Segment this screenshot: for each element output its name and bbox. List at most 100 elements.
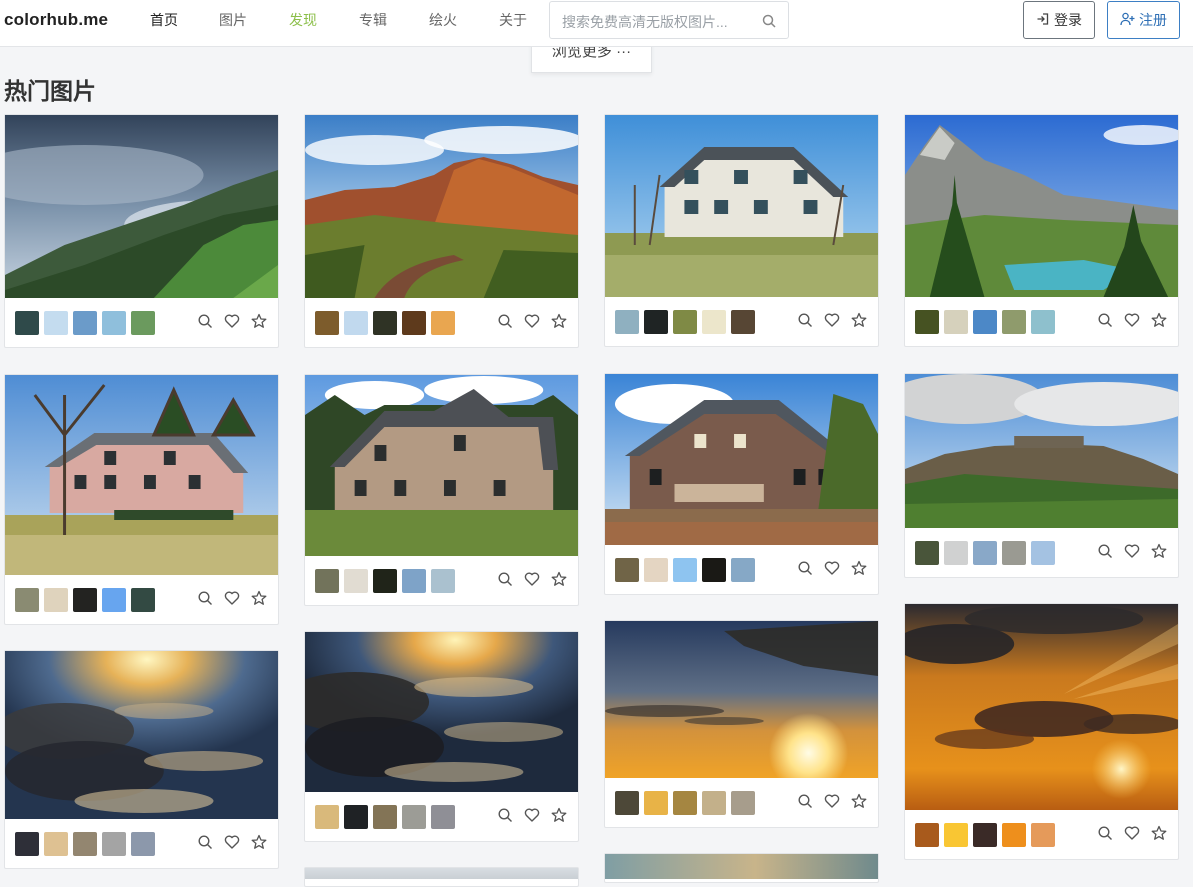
search-icon[interactable] <box>497 807 513 823</box>
site-logo[interactable]: colorhub.me <box>4 10 108 30</box>
nav-images[interactable]: 图片 <box>219 0 247 40</box>
search-icon[interactable] <box>762 14 776 33</box>
color-swatch[interactable] <box>615 558 639 582</box>
photo-card[interactable] <box>304 374 579 606</box>
login-button[interactable]: 登录 <box>1023 1 1095 39</box>
star-icon[interactable] <box>251 590 267 606</box>
color-swatch[interactable] <box>673 791 697 815</box>
color-swatch[interactable] <box>131 832 155 856</box>
nav-home[interactable]: 首页 <box>150 0 178 40</box>
color-swatch[interactable] <box>344 805 368 829</box>
color-swatch[interactable] <box>131 588 155 612</box>
search-icon[interactable] <box>197 834 213 850</box>
heart-icon[interactable] <box>1124 825 1140 841</box>
search-icon[interactable] <box>1097 312 1113 328</box>
color-swatch[interactable] <box>102 832 126 856</box>
photo-misty-forest[interactable] <box>5 115 278 298</box>
star-icon[interactable] <box>851 560 867 576</box>
color-swatch[interactable] <box>315 805 339 829</box>
color-swatch[interactable] <box>944 823 968 847</box>
color-swatch[interactable] <box>1002 541 1026 565</box>
photo-card-partial[interactable] <box>604 853 879 883</box>
color-swatch[interactable] <box>944 541 968 565</box>
star-icon[interactable] <box>1151 825 1167 841</box>
photo-sun-clouds-reflect-2[interactable] <box>305 632 578 792</box>
photo-card[interactable] <box>904 373 1179 578</box>
color-swatch[interactable] <box>373 311 397 335</box>
heart-icon[interactable] <box>524 807 540 823</box>
register-button[interactable]: 注册 <box>1107 1 1180 39</box>
heart-icon[interactable] <box>824 312 840 328</box>
color-swatch[interactable] <box>673 310 697 334</box>
color-swatch[interactable] <box>1002 823 1026 847</box>
star-icon[interactable] <box>251 313 267 329</box>
color-swatch[interactable] <box>973 541 997 565</box>
color-swatch[interactable] <box>73 311 97 335</box>
search-icon[interactable] <box>797 312 813 328</box>
color-swatch[interactable] <box>944 310 968 334</box>
color-swatch[interactable] <box>615 310 639 334</box>
heart-icon[interactable] <box>824 560 840 576</box>
heart-icon[interactable] <box>524 571 540 587</box>
color-swatch[interactable] <box>15 832 39 856</box>
color-swatch[interactable] <box>402 805 426 829</box>
color-swatch[interactable] <box>102 588 126 612</box>
photo-card[interactable] <box>604 114 879 347</box>
photo-card[interactable] <box>304 631 579 842</box>
search-icon[interactable] <box>197 590 213 606</box>
star-icon[interactable] <box>851 312 867 328</box>
heart-icon[interactable] <box>224 313 240 329</box>
nav-discover[interactable]: 发现 <box>289 0 317 40</box>
heart-icon[interactable] <box>1124 543 1140 559</box>
search-icon[interactable] <box>797 560 813 576</box>
photo-brick-house-lawn[interactable] <box>305 375 578 556</box>
color-swatch[interactable] <box>15 588 39 612</box>
color-swatch[interactable] <box>702 791 726 815</box>
photo-card[interactable] <box>904 114 1179 347</box>
photo-sunset-horizon[interactable] <box>605 621 878 778</box>
photo-brick-house-porch[interactable] <box>605 374 878 545</box>
color-swatch[interactable] <box>131 311 155 335</box>
color-swatch[interactable] <box>731 558 755 582</box>
color-swatch[interactable] <box>644 310 668 334</box>
color-swatch[interactable] <box>44 311 68 335</box>
color-swatch[interactable] <box>344 569 368 593</box>
color-swatch[interactable] <box>615 791 639 815</box>
color-swatch[interactable] <box>673 558 697 582</box>
search-icon[interactable] <box>497 571 513 587</box>
color-swatch[interactable] <box>915 823 939 847</box>
star-icon[interactable] <box>251 834 267 850</box>
color-swatch[interactable] <box>73 588 97 612</box>
color-swatch[interactable] <box>431 311 455 335</box>
star-icon[interactable] <box>551 571 567 587</box>
search-input[interactable]: 搜索免费高清无版权图片... <box>549 1 789 39</box>
photo-card[interactable] <box>4 374 279 625</box>
color-swatch[interactable] <box>373 569 397 593</box>
color-swatch[interactable] <box>915 310 939 334</box>
search-icon[interactable] <box>497 313 513 329</box>
color-swatch[interactable] <box>702 558 726 582</box>
color-swatch[interactable] <box>44 832 68 856</box>
photo-white-house[interactable] <box>605 115 878 297</box>
color-swatch[interactable] <box>1031 541 1055 565</box>
nav-painting[interactable]: 绘火 <box>429 0 457 40</box>
photo-pink-brick-house[interactable] <box>5 375 278 575</box>
search-icon[interactable] <box>1097 825 1113 841</box>
color-swatch[interactable] <box>1031 823 1055 847</box>
photo-card-partial[interactable] <box>304 867 579 887</box>
photo-sun-clouds-reflect[interactable] <box>5 651 278 819</box>
star-icon[interactable] <box>1151 312 1167 328</box>
star-icon[interactable] <box>851 793 867 809</box>
photo-card[interactable] <box>4 114 279 348</box>
star-icon[interactable] <box>1151 543 1167 559</box>
photo-card[interactable] <box>304 114 579 348</box>
color-swatch[interactable] <box>402 311 426 335</box>
color-swatch[interactable] <box>102 311 126 335</box>
heart-icon[interactable] <box>224 834 240 850</box>
photo-card[interactable] <box>4 650 279 869</box>
star-icon[interactable] <box>551 807 567 823</box>
color-swatch[interactable] <box>344 311 368 335</box>
color-swatch[interactable] <box>1031 310 1055 334</box>
photo-card[interactable] <box>604 620 879 828</box>
color-swatch[interactable] <box>702 310 726 334</box>
